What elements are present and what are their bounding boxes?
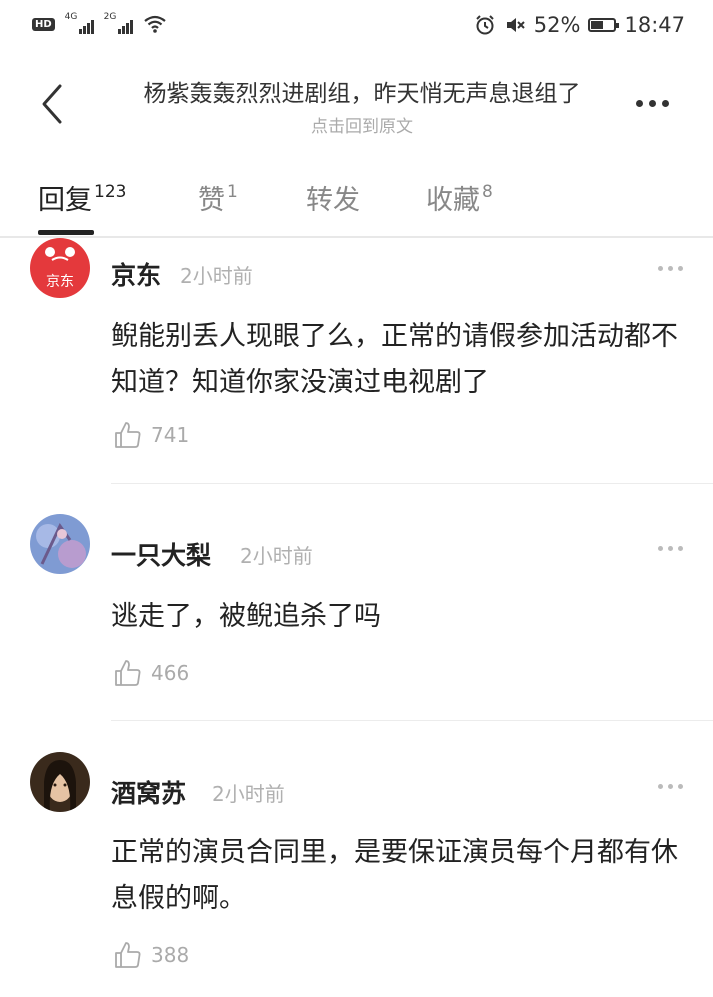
signal-4g-icon: 4G xyxy=(65,12,94,34)
tab-label: 回复 xyxy=(38,185,92,216)
thumbs-up-icon xyxy=(115,422,141,448)
battery-percent: 52% xyxy=(533,13,581,37)
like-count: 741 xyxy=(151,423,190,447)
comment-more-button[interactable] xyxy=(658,266,683,271)
comment-text: 逃走了，被鲵追杀了吗 xyxy=(111,601,381,632)
status-bar: HD 4G 2G 52% 18:47 xyxy=(0,0,713,56)
header: 杨紫轰轰烈烈进剧组，昨天悄无声息退组了 点击回到原文 xyxy=(0,56,713,156)
divider xyxy=(111,720,713,721)
tab-label: 赞 xyxy=(198,185,225,216)
tab-likes[interactable]: 赞1 xyxy=(198,178,238,217)
battery-icon xyxy=(588,18,620,32)
like-button[interactable]: 741 xyxy=(113,420,189,450)
signal-2g-icon: 2G xyxy=(104,12,133,34)
tab-replies[interactable]: 回复 123 xyxy=(38,178,126,217)
tab-bar: 回复 123 赞1 转发 收藏 8 xyxy=(0,168,713,238)
comment-more-button[interactable] xyxy=(658,546,683,551)
post-time: 2小时前 xyxy=(180,264,253,288)
tab-favorites[interactable]: 收藏 8 xyxy=(426,178,493,217)
post-time: 2小时前 xyxy=(212,782,285,806)
tab-count: 1 xyxy=(227,182,238,202)
avatar[interactable] xyxy=(30,752,90,812)
like-count: 388 xyxy=(151,943,190,967)
avatar[interactable] xyxy=(30,514,90,574)
divider xyxy=(111,483,713,484)
thumbs-up-icon xyxy=(115,660,141,686)
more-options-button[interactable] xyxy=(636,100,669,107)
comment-text: 鲵能别丢人现眼了么，正常的请假参加活动都不知道？知道你家没演过电视剧了 xyxy=(111,321,678,398)
avatar[interactable]: 京东 xyxy=(30,238,90,298)
tab-count: 8 xyxy=(482,182,493,202)
tab-label: 转发 xyxy=(306,185,360,216)
comment-more-button[interactable] xyxy=(658,784,683,789)
username[interactable]: 京东 xyxy=(111,256,161,292)
hd-badge: HD xyxy=(32,17,55,31)
wifi-icon xyxy=(143,15,166,33)
thumbs-up-icon xyxy=(115,942,141,968)
username[interactable]: 酒窝苏 xyxy=(111,774,186,810)
mute-icon xyxy=(506,18,525,32)
tab-reposts[interactable]: 转发 xyxy=(306,178,362,217)
username[interactable]: 一只大梨 xyxy=(111,536,211,572)
active-tab-indicator xyxy=(38,230,94,235)
chevron-left-icon xyxy=(42,84,62,124)
jd-logo-text: 京东 xyxy=(46,274,74,290)
tab-label: 收藏 xyxy=(426,185,480,216)
post-time: 2小时前 xyxy=(240,544,313,568)
comment-text: 正常的演员合同里，是要保证演员每个月都有休息假的啊。 xyxy=(111,837,678,914)
alarm-icon xyxy=(476,15,494,35)
clock: 18:47 xyxy=(624,13,685,37)
like-count: 466 xyxy=(151,661,190,685)
back-to-original-link[interactable]: 点击回到原文 xyxy=(112,112,612,137)
like-button[interactable]: 388 xyxy=(113,940,189,970)
like-button[interactable]: 466 xyxy=(113,658,189,688)
page-title: 杨紫轰轰烈烈进剧组，昨天悄无声息退组了 xyxy=(143,81,581,107)
back-button[interactable] xyxy=(34,82,74,126)
tab-count: 123 xyxy=(94,182,127,202)
